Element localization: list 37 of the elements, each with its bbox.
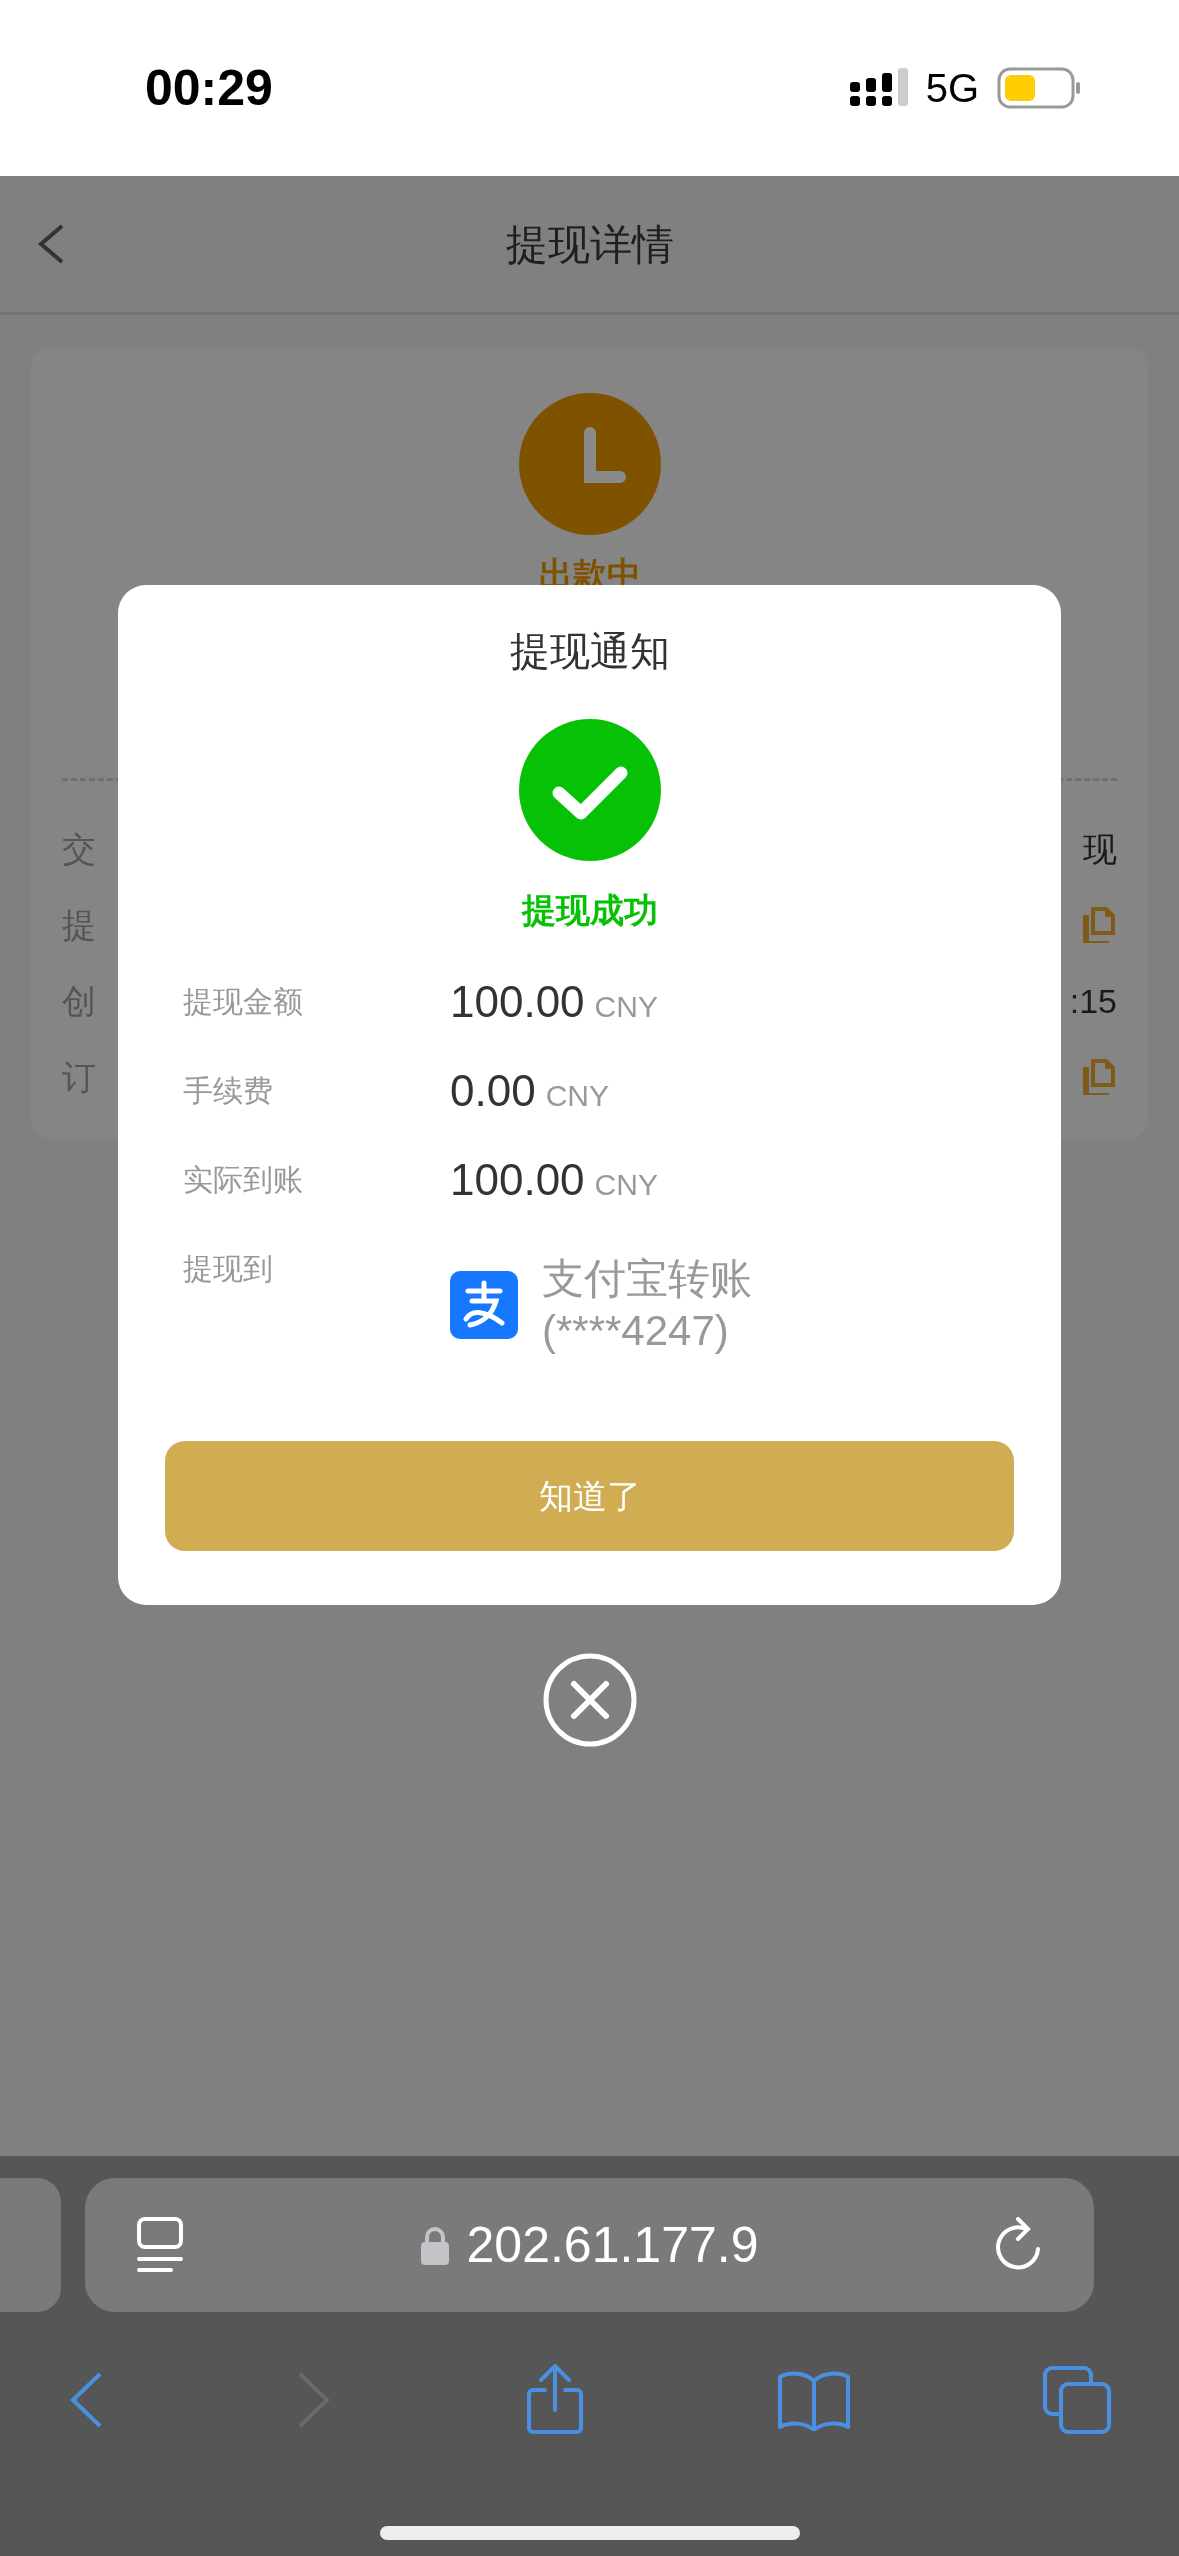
row-value: 现 <box>1083 828 1117 870</box>
amount-value: 0.00 <box>450 1069 536 1113</box>
dialog-title: 提现通知 <box>509 628 670 675</box>
clock-icon <box>518 393 661 535</box>
amount-value: 100.00 <box>450 1158 585 1202</box>
reader-icon[interactable] <box>137 2217 183 2273</box>
copy-icon[interactable] <box>1081 1057 1117 1097</box>
network-label: 5G <box>925 65 979 112</box>
success-check-icon <box>518 719 661 861</box>
url-text: 202.61.177.9 <box>466 2215 759 2275</box>
book-icon[interactable] <box>776 2369 851 2431</box>
success-message: 提现成功 <box>521 890 658 931</box>
tabs-icon[interactable] <box>1043 2366 1111 2434</box>
detail-label: 手续费 <box>183 1073 274 1109</box>
copy-icon[interactable] <box>1081 905 1117 945</box>
row-value: :15 <box>1069 980 1117 1022</box>
lock-icon <box>420 2225 449 2265</box>
signal-icon <box>849 68 908 108</box>
currency-label: CNY <box>594 989 658 1025</box>
close-icon[interactable] <box>542 1653 637 1747</box>
payment-method: 支付宝转账 <box>542 1254 752 1304</box>
detail-label: 提现金额 <box>183 984 304 1020</box>
status-time: 00:29 <box>145 58 273 118</box>
address-bar[interactable]: 202.61.177.9 <box>85 2178 1094 2312</box>
back-icon[interactable] <box>36 223 66 265</box>
currency-label: CNY <box>594 1167 658 1203</box>
detail-label: 实际到账 <box>183 1162 304 1198</box>
amount-value: 100.00 <box>450 980 585 1024</box>
payment-app-icon <box>450 1271 518 1339</box>
battery-icon <box>997 67 1081 109</box>
confirm-button[interactable]: 知道了 <box>165 1441 1014 1551</box>
page-title: 提现详情 <box>505 219 674 270</box>
share-icon[interactable] <box>524 2364 585 2436</box>
currency-label: CNY <box>545 1078 609 1114</box>
tab-preview[interactable] <box>0 2178 61 2312</box>
account-number: (****4247) <box>542 1306 730 1356</box>
detail-label: 提现到 <box>183 1251 274 1287</box>
